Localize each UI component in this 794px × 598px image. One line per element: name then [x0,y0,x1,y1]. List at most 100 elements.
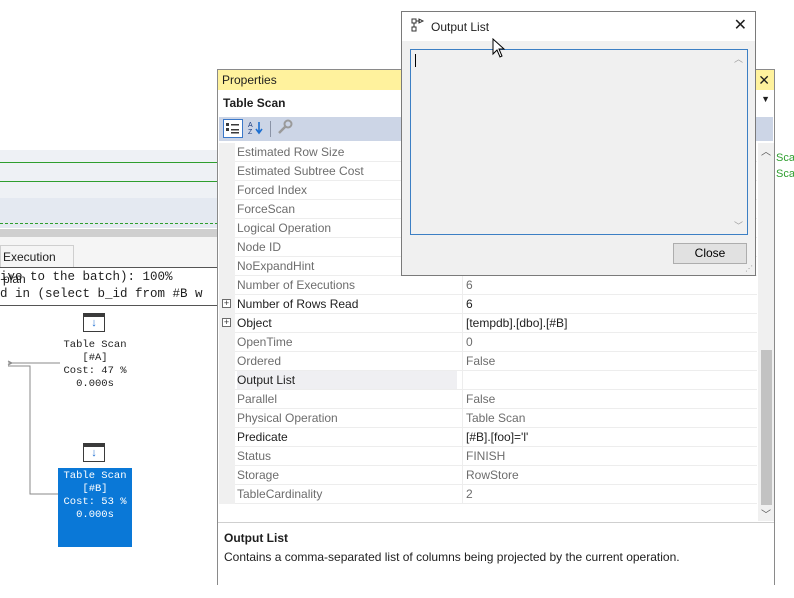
mouse-cursor-icon [492,38,506,58]
property-value[interactable]: [#B].[foo]='l' [462,428,756,446]
property-name: Object [237,316,272,330]
property-row[interactable]: Status FINISH [219,447,757,466]
property-value[interactable]: False [462,390,756,408]
object-selector[interactable]: Table Scan [223,96,285,110]
row-gutter [219,333,235,352]
table-scan-icon[interactable]: ↓ [83,313,105,332]
row-gutter [219,143,235,162]
node-time: 0.000s [76,378,114,390]
table-scan-icon[interactable]: ↓ [83,443,105,462]
node-time: 0.000s [76,509,114,521]
row-gutter [219,352,235,371]
property-value[interactable]: FINISH [462,447,756,465]
output-list-icon [411,18,425,32]
property-row[interactable]: TableCardinality 2 [219,485,757,504]
close-icon[interactable]: ✕ [758,70,770,90]
description-text: Contains a comma-separated list of colum… [224,550,680,564]
scroll-down-icon[interactable]: ﹀ [730,219,747,232]
node-title: Table Scan [63,470,127,482]
property-grid-scrollbar[interactable]: ︿ ﹀ [758,143,774,521]
output-list-textbox[interactable]: ︿ ﹀ [410,49,748,235]
divider [0,267,218,268]
property-name: TableCardinality [237,487,323,501]
row-gutter [219,219,235,238]
query-text-line: d in (select b_id from #B w [0,287,203,301]
tab-execution-plan[interactable]: Execution plan [0,245,74,286]
property-row[interactable]: + Number of Rows Read 6 [219,295,757,314]
property-pages-icon[interactable] [275,119,295,138]
row-gutter [219,257,235,276]
property-row[interactable]: Parallel False [219,390,757,409]
row-gutter [219,200,235,219]
resize-grip-icon[interactable]: ⋰ [745,264,753,273]
output-list-dialog: Output List ✕ ︿ ﹀ Close ⋰ [401,11,756,276]
text-caret [415,54,416,67]
chevron-down-icon[interactable]: ▼ [761,94,770,104]
grid-line [0,181,218,182]
dialog-titlebar[interactable]: Output List ✕ [402,12,755,41]
toolbar-separator [270,121,271,137]
property-row[interactable]: Storage RowStore [219,466,757,485]
row-gutter [219,181,235,200]
property-row[interactable]: + Object [tempdb].[dbo].[#B] [219,314,757,333]
property-row[interactable]: Number of Executions 6 [219,276,757,295]
row-gutter [219,447,235,466]
grid-line [0,162,218,163]
property-value[interactable]: RowStore [462,466,756,484]
dialog-title: Output List [431,20,490,34]
property-value[interactable]: Table Scan [462,409,756,427]
node-cost: Cost: 53 % [63,496,127,508]
property-name: Storage [237,468,280,482]
svg-text:A: A [248,122,253,129]
row-gutter [219,428,235,447]
scroll-up-icon[interactable]: ︿ [730,52,747,65]
svg-text:Z: Z [248,129,253,136]
property-name: Ordered [237,354,282,368]
property-row[interactable]: Predicate [#B].[foo]='l' [219,428,757,447]
property-value[interactable]: 2 [462,485,756,503]
row-gutter [219,371,235,390]
row-gutter [219,409,235,428]
row-gutter [219,276,235,295]
results-edge-text: Sca [776,168,794,180]
splitter[interactable] [0,229,218,237]
scroll-up-icon[interactable]: ︿ [758,143,774,158]
row-gutter [219,466,235,485]
property-name: Number of Rows Read [237,297,359,311]
row-gutter [219,390,235,409]
divider [0,305,218,306]
expand-icon[interactable]: + [222,299,231,308]
property-name: Status [237,449,272,463]
textbox-scrollbar[interactable]: ︿ ﹀ [730,50,747,234]
scroll-thumb[interactable] [761,350,772,505]
categorized-icon[interactable] [223,119,243,138]
row-gutter [219,238,235,257]
property-row[interactable]: Physical Operation Table Scan [219,409,757,428]
scroll-down-icon[interactable]: ﹀ [758,506,774,521]
node-object: [#A] [82,352,108,364]
expand-icon[interactable]: + [222,318,231,327]
description-panel: Output List Contains a comma-separated l… [218,522,774,585]
plan-node-a[interactable]: Table Scan [#A] Cost: 47 % 0.000s [56,339,134,391]
property-name: Predicate [237,430,288,444]
property-value[interactable]: 0 [462,333,756,351]
close-icon[interactable]: ✕ [734,16,747,36]
row-gutter: + [219,314,235,333]
property-name: Output List [237,371,457,389]
description-title: Output List [224,531,288,545]
plan-node-b[interactable]: Table Scan [#B] Cost: 53 % 0.000s [58,468,132,547]
alphabetical-icon[interactable]: AZ [246,119,266,138]
property-value[interactable]: 6 [462,295,756,313]
property-value[interactable]: 6 [462,276,756,294]
close-button[interactable]: Close [673,243,747,264]
property-value[interactable] [462,371,756,389]
row-gutter [219,485,235,504]
property-name: Parallel [237,392,278,406]
property-name: OpenTime [237,335,293,349]
property-row[interactable]: OpenTime 0 [219,333,757,352]
property-value[interactable]: [tempdb].[dbo].[#B] [462,314,756,332]
row-gutter: + [219,295,235,314]
property-row[interactable]: Output List [219,371,757,390]
property-row[interactable]: Ordered False [219,352,757,371]
property-value[interactable]: False [462,352,756,370]
